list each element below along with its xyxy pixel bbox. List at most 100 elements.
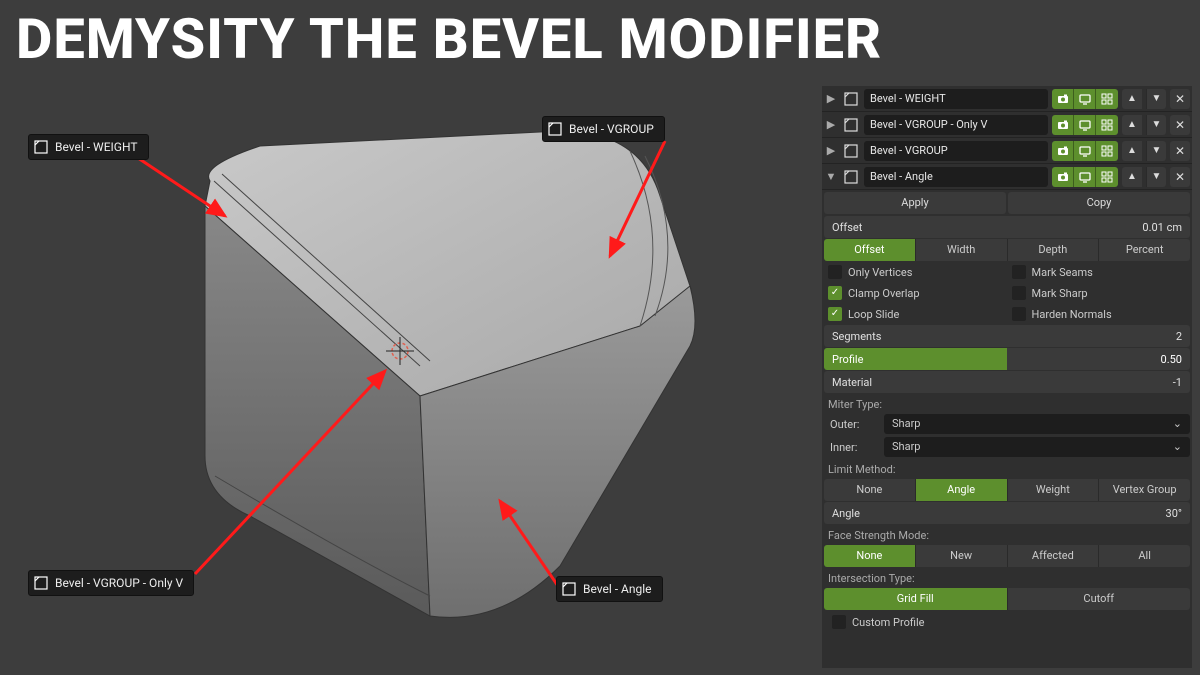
- tab-option[interactable]: None: [824, 479, 916, 501]
- visibility-toggles: [1052, 167, 1118, 187]
- viewport-visibility-toggle[interactable]: [1074, 167, 1096, 187]
- modifier-name-field[interactable]: Bevel - VGROUP - Only V: [864, 115, 1048, 135]
- checkbox-label: Loop Slide: [848, 308, 899, 321]
- expand-toggle[interactable]: ▼: [824, 170, 838, 183]
- modifier-name-field[interactable]: Bevel - Angle: [864, 167, 1048, 187]
- tab-option[interactable]: Weight: [1008, 479, 1100, 501]
- custom-profile-checkbox[interactable]: [832, 615, 846, 629]
- visibility-toggles: [1052, 115, 1118, 135]
- viewport-visibility-toggle[interactable]: [1074, 141, 1096, 161]
- render-visibility-toggle[interactable]: [1052, 89, 1074, 109]
- edit-mode-visibility-toggle[interactable]: [1096, 167, 1118, 187]
- miter-outer-label: Outer:: [824, 418, 884, 431]
- move-up-button[interactable]: ▲: [1122, 115, 1142, 135]
- checkbox[interactable]: [1012, 265, 1026, 279]
- modifier-name-field[interactable]: Bevel - WEIGHT: [864, 89, 1048, 109]
- move-down-button[interactable]: ▼: [1146, 115, 1166, 135]
- modifier-row: ▶ Bevel - VGROUP ▲▼✕: [822, 138, 1192, 164]
- viewport-label-text: Bevel - WEIGHT: [55, 140, 138, 154]
- move-down-button[interactable]: ▼: [1146, 89, 1166, 109]
- intersection-type-tabs: Grid FillCutoff: [824, 588, 1190, 610]
- move-up-button[interactable]: ▲: [1122, 141, 1142, 161]
- expand-toggle[interactable]: ▶: [824, 92, 838, 105]
- check-item-clamp-overlap: Clamp Overlap: [824, 283, 1007, 303]
- viewport-visibility-toggle[interactable]: [1074, 115, 1096, 135]
- miter-inner-dropdown[interactable]: Sharp⌄: [884, 437, 1190, 457]
- limit-method-tabs: NoneAngleWeightVertex Group: [824, 479, 1190, 501]
- field-label: Material: [832, 376, 872, 389]
- move-down-button[interactable]: ▼: [1146, 167, 1166, 187]
- tab-option[interactable]: All: [1099, 545, 1190, 567]
- miter-outer-dropdown[interactable]: Sharp⌄: [884, 414, 1190, 434]
- intersection-type-label: Intersection Type:: [822, 568, 1192, 587]
- render-visibility-toggle[interactable]: [1052, 141, 1074, 161]
- visibility-toggles: [1052, 141, 1118, 161]
- viewport-label-weight: Bevel - WEIGHT: [28, 134, 149, 160]
- checkbox[interactable]: [828, 307, 842, 321]
- modifier-name-field[interactable]: Bevel - VGROUP: [864, 141, 1048, 161]
- tab-option[interactable]: New: [916, 545, 1008, 567]
- move-up-button[interactable]: ▲: [1122, 167, 1142, 187]
- bevel-modifier-icon: [842, 142, 860, 160]
- viewport-label-vgroup-only-v: Bevel - VGROUP - Only V: [28, 570, 194, 596]
- field-label: Offset: [832, 221, 862, 234]
- check-item-mark-seams: Mark Seams: [1008, 262, 1191, 282]
- tab-option[interactable]: Vertex Group: [1099, 479, 1190, 501]
- checkbox-label: Mark Sharp: [1032, 287, 1088, 300]
- remove-modifier-button[interactable]: ✕: [1170, 141, 1190, 161]
- remove-modifier-button[interactable]: ✕: [1170, 89, 1190, 109]
- apply-button[interactable]: Apply: [824, 192, 1006, 214]
- modifier-properties-panel: ▶Bevel - WEIGHT▲▼✕▶Bevel - VGROUP - Only…: [822, 86, 1192, 668]
- edit-mode-visibility-toggle[interactable]: [1096, 115, 1118, 135]
- tab-option[interactable]: Grid Fill: [824, 588, 1008, 610]
- render-visibility-toggle[interactable]: [1052, 115, 1074, 135]
- tab-option[interactable]: Depth: [1008, 239, 1100, 261]
- angle-field[interactable]: Angle 30°: [824, 502, 1190, 524]
- checkbox[interactable]: [1012, 286, 1026, 300]
- move-down-button[interactable]: ▼: [1146, 141, 1166, 161]
- viewport-label-angle: Bevel - Angle: [556, 576, 663, 602]
- checkbox[interactable]: [828, 265, 842, 279]
- copy-button[interactable]: Copy: [1008, 192, 1190, 214]
- expand-toggle[interactable]: ▶: [824, 144, 838, 157]
- checkbox-label: Harden Normals: [1032, 308, 1112, 321]
- field-label: Angle: [832, 507, 860, 520]
- page-title: DEMYSITY THE BEVEL MODIFIER: [16, 6, 882, 72]
- profile-slider[interactable]: Profile 0.50: [824, 348, 1190, 370]
- offset-type-tabs: OffsetWidthDepthPercent: [824, 239, 1190, 261]
- tab-option[interactable]: Angle: [916, 479, 1008, 501]
- visibility-toggles: [1052, 89, 1118, 109]
- edit-mode-visibility-toggle[interactable]: [1096, 89, 1118, 109]
- modifier-row: ▶ Bevel - WEIGHT ▲▼✕: [822, 86, 1192, 112]
- check-item-harden-normals: Harden Normals: [1008, 304, 1191, 324]
- field-value: 0.50: [1161, 353, 1182, 366]
- tab-option[interactable]: Offset: [824, 239, 916, 261]
- render-visibility-toggle[interactable]: [1052, 167, 1074, 187]
- checkbox[interactable]: [1012, 307, 1026, 321]
- offset-field[interactable]: Offset 0.01 cm: [824, 216, 1190, 238]
- material-field[interactable]: Material -1: [824, 371, 1190, 393]
- viewport-3d[interactable]: Bevel - WEIGHT Bevel - VGROUP Bevel - VG…: [0, 86, 816, 675]
- check-item-only-vertices: Only Vertices: [824, 262, 1007, 282]
- tab-option[interactable]: None: [824, 545, 916, 567]
- tab-option[interactable]: Affected: [1008, 545, 1100, 567]
- check-item-loop-slide: Loop Slide: [824, 304, 1007, 324]
- bevel-icon: [33, 575, 49, 591]
- tab-option[interactable]: Percent: [1099, 239, 1190, 261]
- remove-modifier-button[interactable]: ✕: [1170, 115, 1190, 135]
- bevel-modifier-icon: [842, 116, 860, 134]
- segments-field[interactable]: Segments 2: [824, 325, 1190, 347]
- checkbox-label: Custom Profile: [852, 616, 924, 629]
- checkbox-label: Only Vertices: [848, 266, 912, 279]
- miter-inner-label: Inner:: [824, 441, 884, 454]
- remove-modifier-button[interactable]: ✕: [1170, 167, 1190, 187]
- tab-option[interactable]: Width: [916, 239, 1008, 261]
- move-up-button[interactable]: ▲: [1122, 89, 1142, 109]
- tab-option[interactable]: Cutoff: [1008, 588, 1191, 610]
- field-label: Segments: [832, 330, 881, 343]
- expand-toggle[interactable]: ▶: [824, 118, 838, 131]
- bevel-modifier-icon: [842, 90, 860, 108]
- viewport-visibility-toggle[interactable]: [1074, 89, 1096, 109]
- checkbox[interactable]: [828, 286, 842, 300]
- edit-mode-visibility-toggle[interactable]: [1096, 141, 1118, 161]
